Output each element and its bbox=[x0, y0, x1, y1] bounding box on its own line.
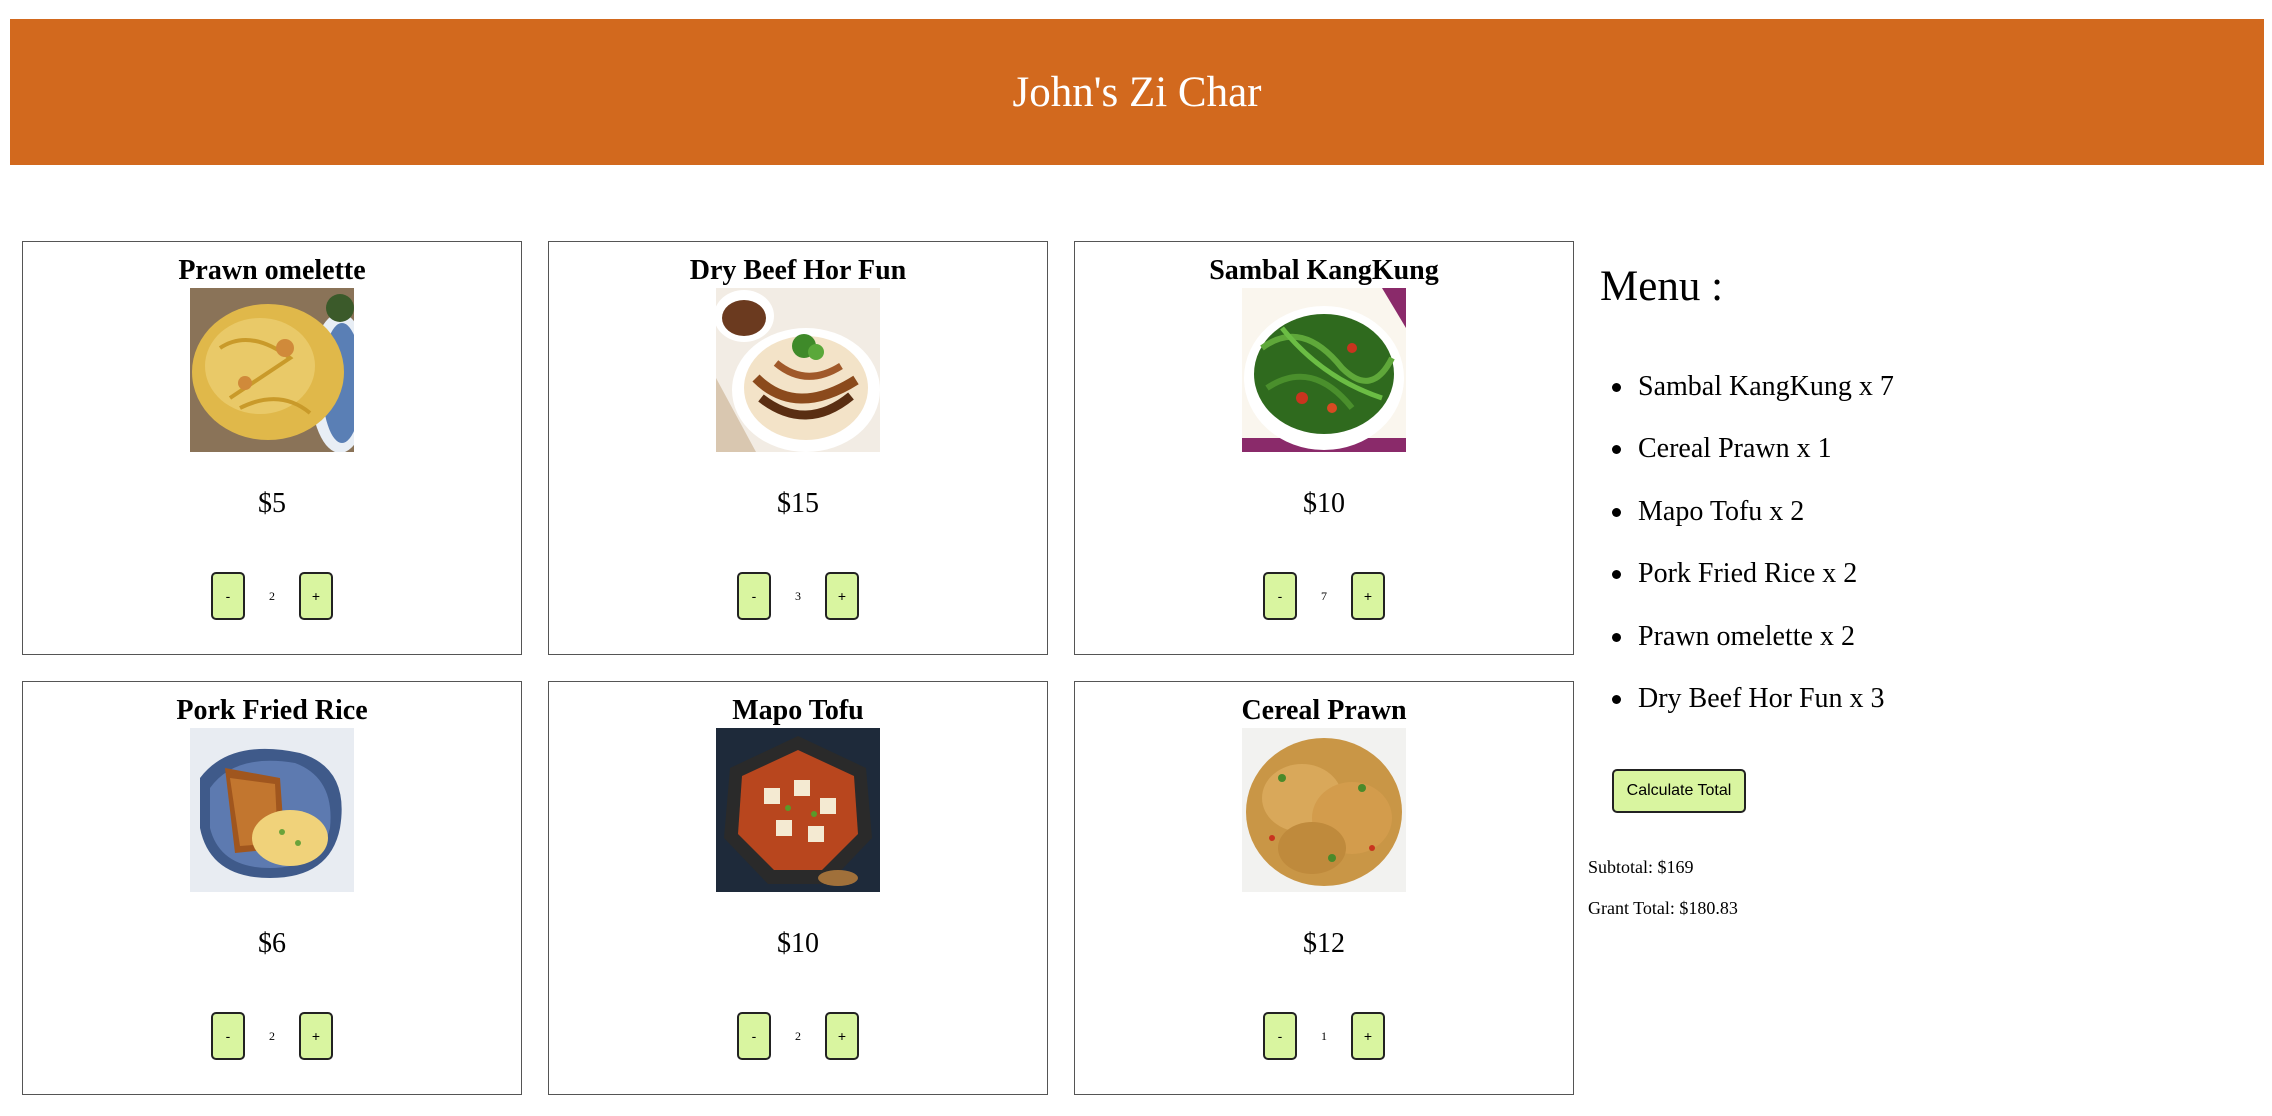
decrement-button[interactable]: - bbox=[211, 572, 245, 620]
order-item: Sambal KangKung x 7 bbox=[1600, 356, 1894, 418]
quantity-stepper: - 3 + bbox=[549, 572, 1047, 620]
quantity-value: 2 bbox=[795, 1028, 801, 1043]
order-item: Mapo Tofu x 2 bbox=[1600, 481, 1894, 543]
bullet-icon bbox=[1612, 632, 1621, 642]
quantity-stepper: - 7 + bbox=[1075, 572, 1573, 620]
dish-image-prawn-omelette bbox=[190, 288, 354, 452]
order-item: Cereal Prawn x 1 bbox=[1600, 418, 1894, 480]
order-list: Sambal KangKung x 7 Cereal Prawn x 1 Map… bbox=[1600, 356, 1894, 730]
decrement-button[interactable]: - bbox=[737, 1012, 771, 1060]
bullet-icon bbox=[1612, 507, 1621, 517]
decrement-button[interactable]: - bbox=[1263, 572, 1297, 620]
dish-image-mapo-tofu bbox=[716, 728, 880, 892]
dish-price: $10 bbox=[777, 928, 819, 959]
order-item-label: Cereal Prawn x 1 bbox=[1638, 433, 1832, 465]
dish-image-sambal-kangkung bbox=[1242, 288, 1406, 452]
order-item-label: Sambal KangKung x 7 bbox=[1638, 371, 1894, 402]
increment-button[interactable]: + bbox=[825, 572, 859, 620]
dish-price: $5 bbox=[258, 488, 286, 519]
dish-name: Mapo Tofu bbox=[732, 695, 864, 726]
calculate-total-button[interactable]: Calculate Total bbox=[1612, 769, 1746, 813]
quantity-value: 7 bbox=[1321, 588, 1327, 603]
dish-name: Dry Beef Hor Fun bbox=[689, 255, 907, 286]
increment-button[interactable]: + bbox=[299, 1012, 333, 1060]
order-item: Dry Beef Hor Fun x 3 bbox=[1600, 668, 1894, 730]
dish-image-dry-beef-hor-fun bbox=[716, 288, 880, 452]
dish-name: Cereal Prawn bbox=[1241, 695, 1407, 726]
dish-price: $10 bbox=[1303, 488, 1345, 519]
dish-price: $6 bbox=[258, 928, 286, 959]
bullet-icon bbox=[1612, 445, 1621, 455]
quantity-stepper: - 2 + bbox=[23, 572, 521, 620]
increment-button[interactable]: + bbox=[1351, 1012, 1385, 1060]
increment-button[interactable]: + bbox=[299, 572, 333, 620]
quantity-value: 3 bbox=[795, 588, 801, 603]
decrement-button[interactable]: - bbox=[1263, 1012, 1297, 1060]
subtotal-text: Subtotal: $169 bbox=[1588, 857, 1694, 877]
dish-price: $12 bbox=[1303, 928, 1345, 959]
dish-card-cereal-prawn: Cereal Prawn $12 - 1 + bbox=[1074, 681, 1574, 1095]
bullet-icon bbox=[1612, 694, 1621, 704]
bullet-icon bbox=[1612, 570, 1621, 580]
dish-card-prawn-omelette: Prawn omelette $5 - 2 + bbox=[22, 241, 522, 655]
order-item: Prawn omelette x 2 bbox=[1600, 606, 1894, 668]
order-item: Pork Fried Rice x 2 bbox=[1600, 543, 1894, 605]
dish-name: Sambal KangKung bbox=[1209, 255, 1439, 286]
order-item-label: Pork Fried Rice x 2 bbox=[1638, 558, 1858, 590]
page-title: John's Zi Char bbox=[1012, 68, 1262, 116]
header-banner: John's Zi Char bbox=[10, 19, 2264, 165]
quantity-stepper: - 2 + bbox=[549, 1012, 1047, 1060]
quantity-value: 2 bbox=[269, 588, 275, 603]
dish-name: Pork Fried Rice bbox=[176, 695, 368, 726]
order-summary-title: Menu : bbox=[1600, 263, 1724, 310]
decrement-button[interactable]: - bbox=[211, 1012, 245, 1060]
dish-card-dry-beef-hor-fun: Dry Beef Hor Fun $15 - 3 + bbox=[548, 241, 1048, 655]
dish-card-sambal-kangkung: Sambal KangKung $10 - 7 + bbox=[1074, 241, 1574, 655]
dish-card-pork-fried-rice: Pork Fried Rice $6 - 2 + bbox=[22, 681, 522, 1095]
quantity-value: 1 bbox=[1321, 1028, 1327, 1043]
dish-image-cereal-prawn bbox=[1242, 728, 1406, 892]
dish-card-mapo-tofu: Mapo Tofu $10 - 2 + bbox=[548, 681, 1048, 1095]
dish-price: $15 bbox=[777, 488, 819, 519]
order-item-label: Dry Beef Hor Fun x 3 bbox=[1638, 682, 1885, 714]
bullet-icon bbox=[1612, 383, 1621, 392]
quantity-stepper: - 2 + bbox=[23, 1012, 521, 1060]
order-item-label: Mapo Tofu x 2 bbox=[1638, 495, 1805, 527]
increment-button[interactable]: + bbox=[1351, 572, 1385, 620]
increment-button[interactable]: + bbox=[825, 1012, 859, 1060]
quantity-value: 2 bbox=[269, 1028, 275, 1043]
grand-total-text: Grant Total: $180.83 bbox=[1588, 898, 1738, 918]
decrement-button[interactable]: - bbox=[737, 572, 771, 620]
dish-image-pork-fried-rice bbox=[190, 728, 354, 892]
quantity-stepper: - 1 + bbox=[1075, 1012, 1573, 1060]
order-item-label: Prawn omelette x 2 bbox=[1638, 620, 1855, 652]
dish-name: Prawn omelette bbox=[178, 255, 366, 286]
